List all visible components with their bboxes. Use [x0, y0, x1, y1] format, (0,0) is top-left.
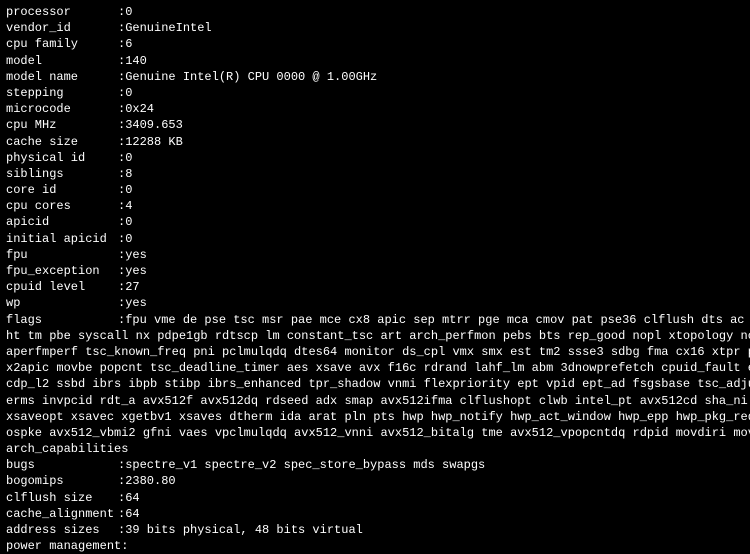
val: 140: [125, 54, 147, 68]
key: address sizes: [6, 522, 118, 538]
key: clflush size: [6, 490, 118, 506]
val: 12288 KB: [125, 135, 183, 149]
key: fpu_exception: [6, 263, 118, 279]
row-core-id: core id: 0: [6, 182, 744, 198]
row-fpu-exception: fpu_exception: yes: [6, 263, 744, 279]
val: 6: [125, 37, 132, 51]
key: cache_alignment: [6, 506, 118, 522]
key: cache size: [6, 134, 118, 150]
val: 0: [125, 5, 132, 19]
val: 27: [125, 280, 139, 294]
val: spectre_v1 spectre_v2 spec_store_bypass …: [125, 458, 485, 472]
flags-line: cdp_l2 ssbd ibrs ibpb stibp ibrs_enhance…: [6, 376, 744, 392]
val: 64: [125, 491, 139, 505]
key: flags: [6, 312, 118, 328]
val: 2380.80: [125, 474, 175, 488]
flags-line: ospke avx512_vbmi2 gfni vaes vpclmulqdq …: [6, 425, 744, 441]
row-microcode: microcode: 0x24: [6, 101, 744, 117]
val: 64: [125, 507, 139, 521]
key: siblings: [6, 166, 118, 182]
key: cpu family: [6, 36, 118, 52]
key: vendor_id: [6, 20, 118, 36]
key: cpuid level: [6, 279, 118, 295]
row-cpu-family: cpu family: 6: [6, 36, 744, 52]
cpuinfo-output: processor: 0 vendor_id: GenuineIntel cpu…: [6, 4, 744, 554]
key: power management:: [6, 538, 128, 554]
flags-line: xsaveopt xsavec xgetbv1 xsaves dtherm id…: [6, 409, 744, 425]
val: 4: [125, 199, 132, 213]
key: physical id: [6, 150, 118, 166]
row-apicid: apicid: 0: [6, 214, 744, 230]
val: 0: [125, 151, 132, 165]
flags-line: aperfmperf tsc_known_freq pni pclmulqdq …: [6, 344, 744, 360]
flags-line: erms invpcid rdt_a avx512f avx512dq rdse…: [6, 393, 744, 409]
row-cpu-mhz: cpu MHz: 3409.653: [6, 117, 744, 133]
row-flags: flags: fpu vme de pse tsc msr pae mce cx…: [6, 312, 744, 458]
key: cpu MHz: [6, 117, 118, 133]
row-model-name: model name: Genuine Intel(R) CPU 0000 @ …: [6, 69, 744, 85]
flags-line: x2apic movbe popcnt tsc_deadline_timer a…: [6, 360, 744, 376]
val: yes: [125, 296, 147, 310]
row-wp: wp: yes: [6, 295, 744, 311]
val: fpu vme de pse tsc msr pae mce cx8 apic …: [125, 313, 744, 327]
key: model: [6, 53, 118, 69]
flags-line: ht tm pbe syscall nx pdpe1gb rdtscp lm c…: [6, 328, 744, 344]
key: microcode: [6, 101, 118, 117]
key: apicid: [6, 214, 118, 230]
val: Genuine Intel(R) CPU 0000 @ 1.00GHz: [125, 70, 377, 84]
val: yes: [125, 264, 147, 278]
row-stepping: stepping: 0: [6, 85, 744, 101]
row-physical-id: physical id: 0: [6, 150, 744, 166]
key: stepping: [6, 85, 118, 101]
row-cache-alignment: cache_alignment: 64: [6, 506, 744, 522]
row-fpu: fpu: yes: [6, 247, 744, 263]
row-clflush-size: clflush size: 64: [6, 490, 744, 506]
val: 0: [125, 183, 132, 197]
val: 8: [125, 167, 132, 181]
val: 39 bits physical, 48 bits virtual: [125, 523, 363, 537]
val: yes: [125, 248, 147, 262]
row-address-sizes: address sizes: 39 bits physical, 48 bits…: [6, 522, 744, 538]
val: 0x24: [125, 102, 154, 116]
row-power-management: power management:: [6, 538, 744, 554]
row-initial-apicid: initial apicid: 0: [6, 231, 744, 247]
row-cache-size: cache size: 12288 KB: [6, 134, 744, 150]
row-model: model: 140: [6, 53, 744, 69]
key: cpu cores: [6, 198, 118, 214]
val: 3409.653: [125, 118, 183, 132]
key: core id: [6, 182, 118, 198]
key: model name: [6, 69, 118, 85]
val: 0: [125, 232, 132, 246]
row-siblings: siblings: 8: [6, 166, 744, 182]
key: fpu: [6, 247, 118, 263]
key: processor: [6, 4, 118, 20]
val: GenuineIntel: [125, 21, 211, 35]
key: wp: [6, 295, 118, 311]
row-cpuid-level: cpuid level: 27: [6, 279, 744, 295]
flags-line: arch_capabilities: [6, 441, 744, 457]
row-processor: processor: 0: [6, 4, 744, 20]
row-bugs: bugs: spectre_v1 spectre_v2 spec_store_b…: [6, 457, 744, 473]
key: initial apicid: [6, 231, 118, 247]
val: 0: [125, 86, 132, 100]
val: 0: [125, 215, 132, 229]
row-vendor-id: vendor_id: GenuineIntel: [6, 20, 744, 36]
key: bugs: [6, 457, 118, 473]
row-cpu-cores: cpu cores: 4: [6, 198, 744, 214]
row-bogomips: bogomips: 2380.80: [6, 473, 744, 489]
key: bogomips: [6, 473, 118, 489]
